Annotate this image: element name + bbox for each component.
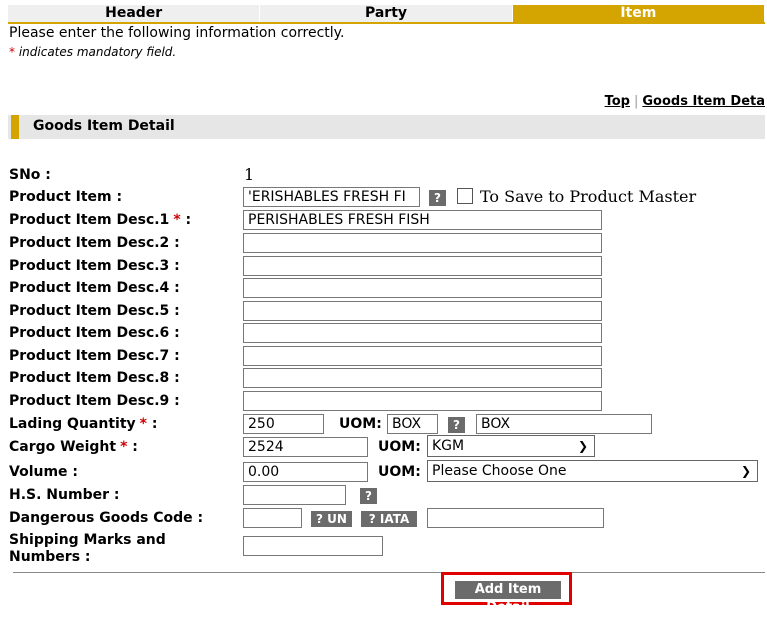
tab-header[interactable]: Header bbox=[8, 5, 261, 22]
row-lading-quantity: Lading Quantity * : 250 UOM: BOX ? BOX bbox=[9, 414, 759, 436]
volume-uom-select[interactable]: Please Choose One ❯ bbox=[427, 460, 758, 482]
desc1-input[interactable]: PERISHABLES FRESH FISH bbox=[243, 210, 602, 230]
section-title: Goods Item Detail bbox=[33, 118, 175, 134]
goods-item-detail-link[interactable]: Goods Item Deta bbox=[642, 94, 765, 109]
desc7-label: Product Item Desc.7 : bbox=[9, 348, 180, 364]
mandatory-text: indicates mandatory field. bbox=[18, 45, 177, 59]
shipping-marks-label-line2: Numbers : bbox=[9, 549, 91, 565]
desc1-label: Product Item Desc.1 * : bbox=[9, 212, 191, 228]
lading-quantity-colon: : bbox=[151, 416, 158, 432]
shipping-marks-label: Shipping Marks and Numbers : bbox=[9, 532, 166, 566]
top-links: Top | Goods Item Deta bbox=[605, 94, 765, 109]
tab-party[interactable]: Party bbox=[260, 5, 513, 22]
lading-uom-label: UOM: bbox=[339, 416, 382, 432]
desc5-label: Product Item Desc.5 : bbox=[9, 303, 180, 319]
product-item-input[interactable]: 'ERISHABLES FRESH FI bbox=[243, 187, 420, 207]
chevron-down-icon: ❯ bbox=[577, 439, 588, 453]
desc2-label: Product Item Desc.2 : bbox=[9, 235, 180, 251]
lading-quantity-label: Lading Quantity * : bbox=[9, 416, 157, 432]
row-desc2: Product Item Desc.2 : bbox=[9, 233, 759, 255]
lading-quantity-required-star: * bbox=[139, 416, 147, 432]
sno-value: 1 bbox=[244, 165, 255, 184]
dangerous-goods-code-input[interactable] bbox=[243, 508, 302, 528]
section-accent-bar bbox=[11, 115, 19, 139]
cargo-weight-label-text: Cargo Weight bbox=[9, 439, 117, 455]
chevron-down-icon: ❯ bbox=[740, 464, 751, 478]
lading-uom-code-input[interactable]: BOX bbox=[387, 414, 438, 434]
row-desc5: Product Item Desc.5 : bbox=[9, 301, 759, 323]
dangerous-goods-iata-button[interactable]: ? IATA bbox=[361, 511, 417, 527]
row-hs-number: H.S. Number : ? bbox=[9, 485, 759, 507]
volume-uom-label: UOM: bbox=[378, 464, 421, 480]
row-desc8: Product Item Desc.8 : bbox=[9, 368, 759, 390]
volume-label: Volume : bbox=[9, 464, 79, 480]
save-to-product-master-label: To Save to Product Master bbox=[480, 187, 697, 206]
desc4-input[interactable] bbox=[243, 278, 602, 298]
lading-uom-help-button[interactable]: ? bbox=[448, 417, 465, 433]
desc7-input[interactable] bbox=[243, 346, 602, 366]
row-desc3: Product Item Desc.3 : bbox=[9, 256, 759, 278]
desc6-label: Product Item Desc.6 : bbox=[9, 325, 180, 341]
desc8-input[interactable] bbox=[243, 368, 602, 388]
row-sno: SNo : 1 bbox=[9, 165, 759, 187]
product-item-help-button[interactable]: ? bbox=[429, 190, 446, 206]
row-desc9: Product Item Desc.9 : bbox=[9, 391, 759, 413]
desc5-input[interactable] bbox=[243, 301, 602, 321]
mandatory-note: * indicates mandatory field. bbox=[9, 45, 176, 59]
intro-text: Please enter the following information c… bbox=[9, 25, 345, 41]
desc8-label: Product Item Desc.8 : bbox=[9, 370, 180, 386]
row-volume: Volume : 0.00 UOM: Please Choose One ❯ bbox=[9, 460, 759, 484]
cargo-weight-input[interactable]: 2524 bbox=[243, 437, 368, 457]
hs-number-label: H.S. Number : bbox=[9, 487, 120, 503]
shipping-marks-label-line1: Shipping Marks and bbox=[9, 532, 166, 548]
mandatory-star: * bbox=[9, 45, 15, 59]
cargo-weight-required-star: * bbox=[120, 439, 128, 455]
lading-quantity-input[interactable]: 250 bbox=[243, 414, 324, 434]
row-shipping-marks: Shipping Marks and Numbers : bbox=[9, 530, 759, 566]
cargo-weight-uom-value: KGM bbox=[432, 438, 465, 454]
shipping-marks-input[interactable] bbox=[243, 536, 383, 556]
row-product-item: Product Item : 'ERISHABLES FRESH FI ? To… bbox=[9, 187, 759, 209]
volume-input[interactable]: 0.00 bbox=[243, 462, 368, 482]
cargo-weight-uom-label: UOM: bbox=[378, 439, 421, 455]
lading-quantity-label-text: Lading Quantity bbox=[9, 416, 136, 432]
cargo-weight-uom-select[interactable]: KGM ❯ bbox=[427, 435, 595, 457]
step-tabs: Header Party Item bbox=[8, 5, 765, 24]
desc9-label: Product Item Desc.9 : bbox=[9, 393, 180, 409]
sno-label: SNo : bbox=[9, 167, 51, 183]
row-cargo-weight: Cargo Weight * : 2524 UOM: KGM ❯ bbox=[9, 435, 759, 459]
cargo-weight-label: Cargo Weight * : bbox=[9, 439, 138, 455]
desc1-required-star: * bbox=[173, 212, 181, 228]
hs-number-input[interactable] bbox=[243, 485, 346, 505]
link-separator: | bbox=[633, 94, 639, 109]
tab-item[interactable]: Item bbox=[512, 5, 765, 22]
cargo-weight-colon: : bbox=[132, 439, 138, 455]
desc9-input[interactable] bbox=[243, 391, 602, 411]
hs-number-help-button[interactable]: ? bbox=[360, 488, 377, 504]
top-link[interactable]: Top bbox=[605, 94, 630, 109]
divider bbox=[13, 572, 765, 573]
dangerous-goods-label: Dangerous Goods Code : bbox=[9, 510, 204, 526]
desc3-input[interactable] bbox=[243, 256, 602, 276]
desc1-colon: : bbox=[185, 212, 192, 228]
dangerous-goods-un-button[interactable]: ? UN bbox=[311, 511, 352, 527]
add-item-detail-button[interactable]: Add Item Detail bbox=[455, 581, 561, 615]
row-dangerous-goods: Dangerous Goods Code : ? UN ? IATA bbox=[9, 508, 759, 530]
volume-uom-value: Please Choose One bbox=[432, 463, 567, 479]
row-desc7: Product Item Desc.7 : bbox=[9, 346, 759, 368]
desc3-label: Product Item Desc.3 : bbox=[9, 258, 180, 274]
lading-uom-desc-input[interactable]: BOX bbox=[476, 414, 652, 434]
section-header: Goods Item Detail bbox=[8, 115, 765, 139]
row-desc6: Product Item Desc.6 : bbox=[9, 323, 759, 345]
dangerous-goods-desc-input[interactable] bbox=[427, 508, 604, 528]
save-to-product-master-checkbox[interactable] bbox=[457, 188, 473, 204]
desc2-input[interactable] bbox=[243, 233, 602, 253]
row-desc1: Product Item Desc.1 * : PERISHABLES FRESH… bbox=[9, 210, 759, 232]
row-desc4: Product Item Desc.4 : bbox=[9, 278, 759, 300]
desc4-label: Product Item Desc.4 : bbox=[9, 280, 180, 296]
product-item-label: Product Item : bbox=[9, 189, 123, 205]
desc1-label-text: Product Item Desc.1 bbox=[9, 212, 170, 228]
desc6-input[interactable] bbox=[243, 323, 602, 343]
